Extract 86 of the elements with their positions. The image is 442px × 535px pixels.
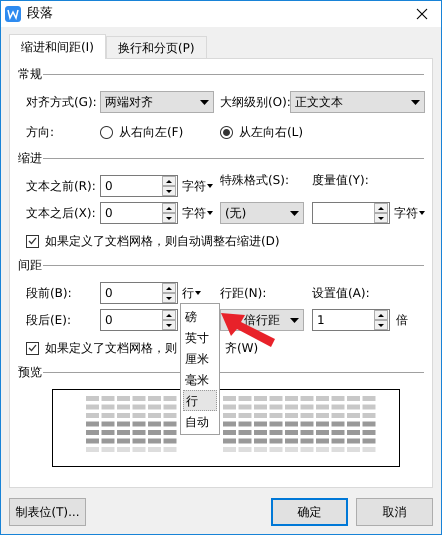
app-logo-icon	[5, 6, 21, 22]
caret-icon	[207, 184, 213, 188]
tab[interactable]: 缩进和间距(I)	[9, 34, 106, 59]
unit-label: 倍	[396, 312, 408, 329]
down-arrow-icon	[378, 216, 384, 220]
dropdown-arrow-icon	[290, 210, 299, 216]
field-label: 大纲级别(O):	[220, 94, 290, 111]
spin-up-button[interactable]	[162, 283, 176, 293]
special-format-dropdown[interactable]: (无)	[220, 202, 304, 224]
section-heading: 间距	[18, 257, 42, 274]
spin-up-button[interactable]	[374, 203, 388, 213]
up-arrow-icon	[166, 206, 172, 210]
spin-down-button[interactable]	[162, 293, 176, 303]
down-arrow-icon	[378, 324, 384, 326]
field-label: 文本之前(R):	[26, 178, 97, 195]
radio-label: 从右向左(F)	[119, 124, 184, 141]
down-arrow-icon	[166, 324, 172, 326]
ok-button[interactable]: 确定	[271, 498, 348, 526]
spin-up-button[interactable]	[374, 310, 388, 320]
section-heading: 缩进	[18, 150, 42, 167]
unit-dropdown[interactable]: 字符	[182, 175, 220, 197]
spin-up-button[interactable]	[162, 310, 176, 320]
down-arrow-icon	[166, 216, 172, 220]
menu-item[interactable]: 英寸	[183, 327, 217, 348]
up-arrow-icon	[166, 286, 172, 290]
up-arrow-icon	[378, 314, 384, 316]
close-icon	[416, 8, 428, 20]
menu-item[interactable]: 自动	[183, 411, 217, 432]
menu-item[interactable]: 毫米	[183, 369, 217, 390]
field-label: 特殊格式(S):	[220, 172, 290, 189]
spin-field[interactable]: 0	[100, 202, 178, 224]
spin-down-button[interactable]	[162, 213, 176, 223]
dropdown-arrow-icon	[200, 100, 209, 104]
spin-field[interactable]	[312, 202, 390, 224]
checkbox-label: 如果定义了文档网格，则	[45, 340, 178, 357]
check-icon	[28, 344, 37, 352]
spin-down-button[interactable]	[374, 213, 388, 223]
spin-down-button[interactable]	[162, 320, 176, 330]
field-label: 行距(N):	[220, 285, 268, 302]
checkbox[interactable]	[26, 342, 39, 354]
check-icon	[28, 237, 37, 245]
caret-icon	[195, 291, 201, 295]
field-label: 段后(E):	[26, 312, 72, 329]
menu-item[interactable]: 行	[183, 390, 217, 411]
unit-dropdown[interactable]: 字符	[394, 202, 428, 224]
menu-item[interactable]: 磅	[183, 306, 217, 327]
radio-label: 从左向右(L)	[239, 124, 304, 141]
caret-icon	[419, 211, 425, 215]
up-arrow-icon	[378, 206, 384, 210]
dropdown-arrow-icon	[290, 318, 299, 322]
checkbox-label: 如果定义了文档网格，则自动调整右缩进(D)	[45, 233, 280, 250]
up-arrow-icon	[166, 180, 172, 182]
field-label: 设置值(A):	[312, 285, 370, 302]
caret-icon	[207, 211, 213, 215]
field-label: 方向:	[26, 124, 56, 141]
radio-button[interactable]	[100, 126, 113, 138]
alignment-dropdown[interactable]: 两端对齐	[100, 91, 214, 113]
down-arrow-icon	[166, 296, 172, 300]
checkbox-label: 齐(W)	[225, 340, 258, 357]
dropdown-arrow-icon	[411, 100, 420, 104]
unit-dropdown[interactable]: 行	[182, 282, 220, 304]
spin-up-button[interactable]	[162, 203, 176, 213]
field-label: 文本之后(X):	[26, 205, 97, 222]
checkbox[interactable]	[26, 234, 39, 248]
section-heading: 常规	[18, 66, 42, 83]
unit-dropdown[interactable]: 字符	[182, 202, 220, 224]
window-title: 段落	[27, 5, 53, 24]
spin-up-button[interactable]	[162, 176, 176, 186]
spin-down-button[interactable]	[162, 186, 176, 196]
spin-field[interactable]: 0	[100, 175, 178, 197]
field-label: 段前(B):	[26, 285, 73, 302]
outline-level-dropdown[interactable]: 正文文本	[290, 91, 425, 113]
menu-item[interactable]: 厘米	[183, 348, 217, 369]
spin-field[interactable]: 0	[100, 282, 178, 304]
section-heading: 预览	[18, 364, 42, 381]
spin-field[interactable]: 0	[100, 309, 178, 331]
down-arrow-icon	[166, 190, 172, 192]
spin-field[interactable]: 1	[312, 309, 390, 331]
radio-button[interactable]	[220, 126, 233, 138]
spin-down-button[interactable]	[374, 320, 388, 330]
tab[interactable]: 换行和分页(P)	[106, 36, 207, 58]
up-arrow-icon	[166, 314, 172, 316]
field-label: 对齐方式(G):	[26, 94, 98, 111]
tab-stops-button[interactable]: 制表位(T)...	[9, 498, 86, 526]
field-label: 度量值(Y):	[312, 172, 369, 189]
cancel-button[interactable]: 取消	[356, 498, 433, 526]
